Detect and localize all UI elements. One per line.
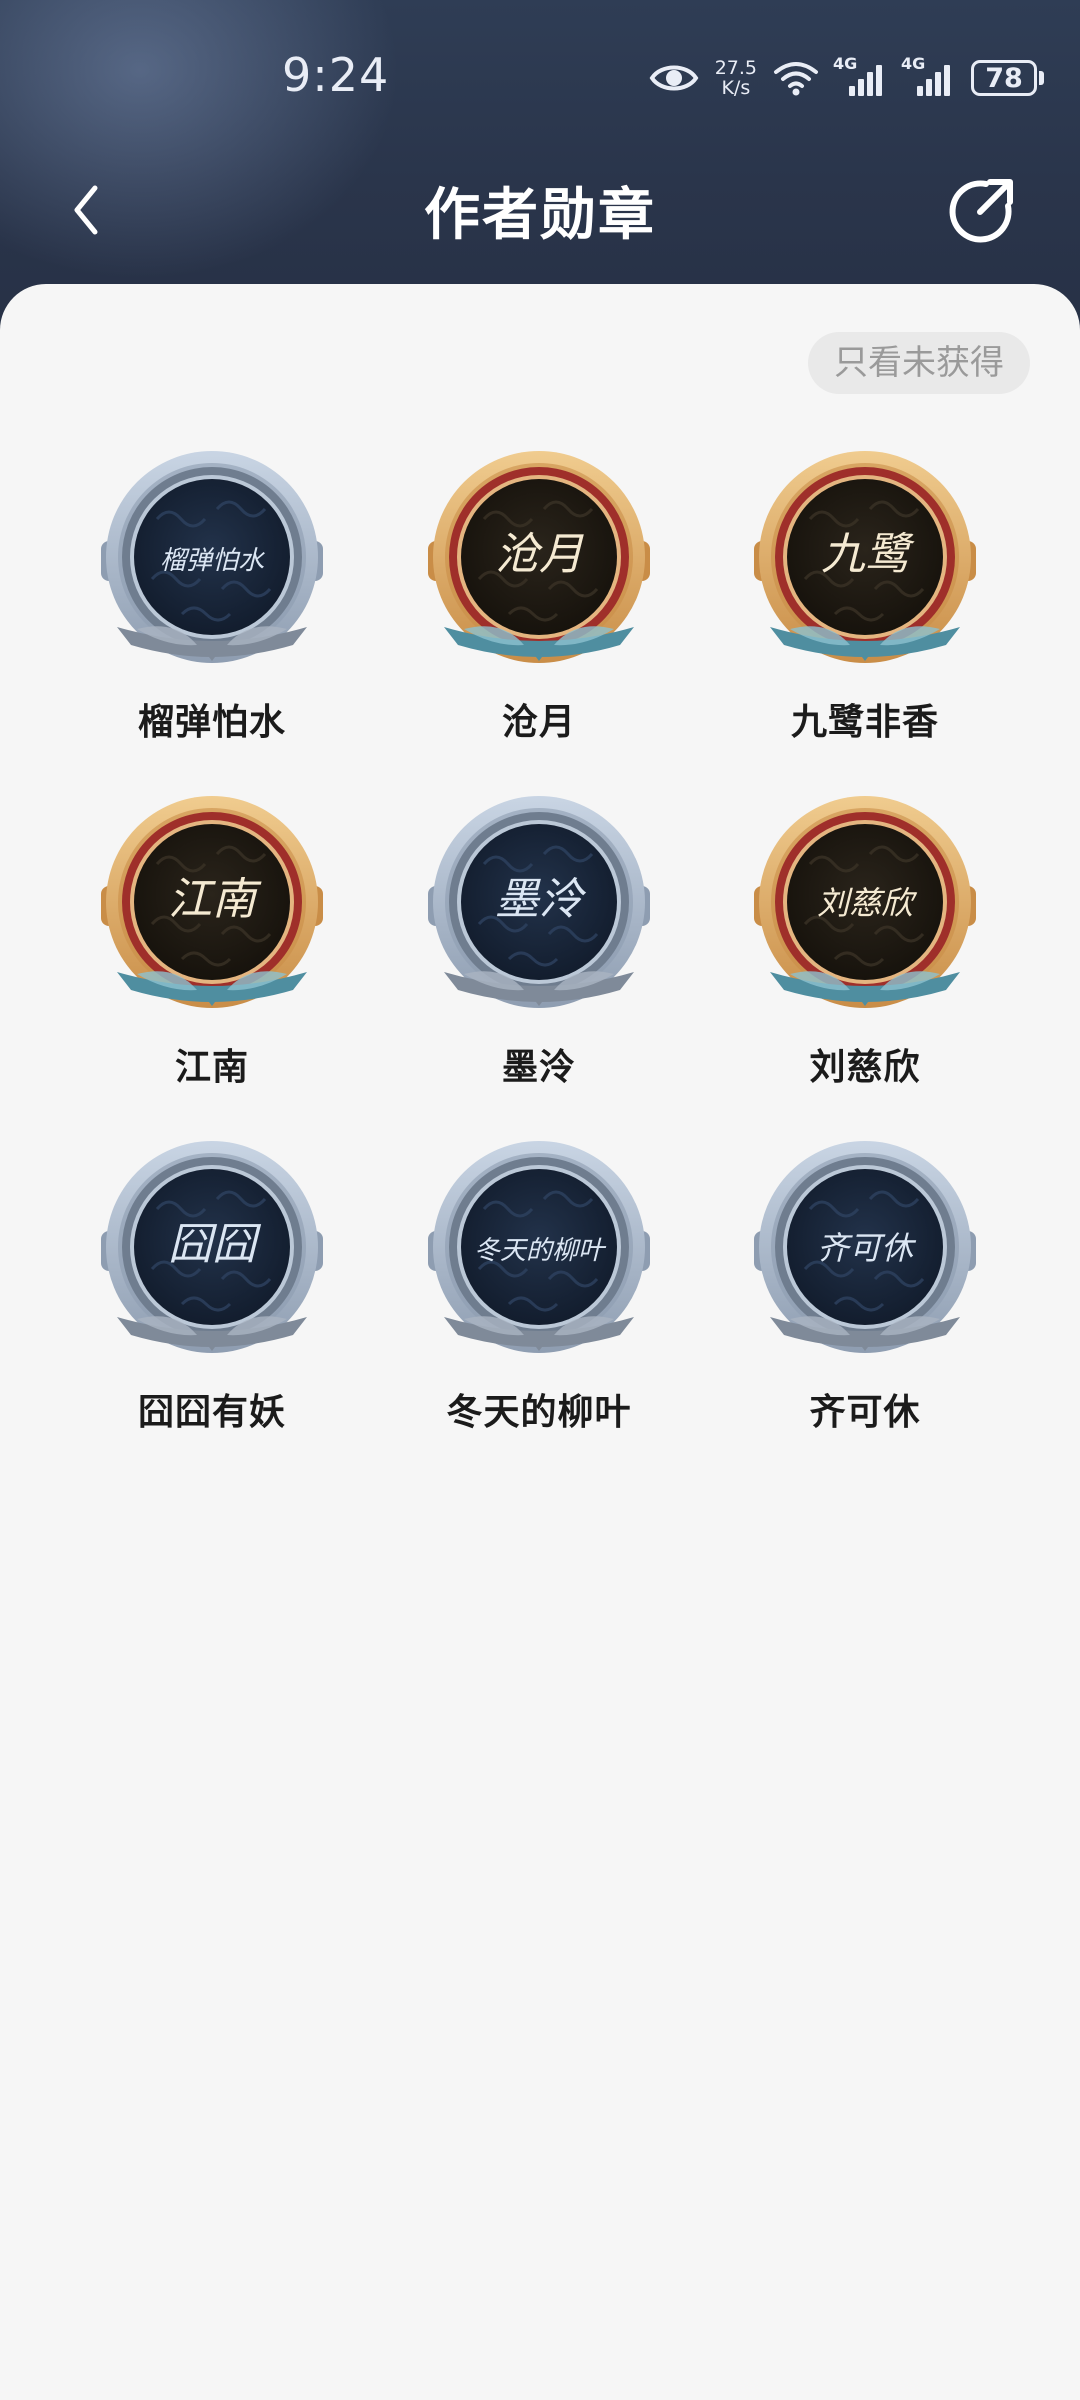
badge-item[interactable]: 九鹭 九鹭非香 <box>702 449 1028 769</box>
status-bar: 9:24 27.5 K/s 4G 4G 78 <box>0 0 1080 150</box>
battery-icon: 78 <box>971 60 1044 96</box>
badge-name: 墨泠 <box>501 1047 576 1088</box>
medal-icon: 九鹭 <box>750 449 980 673</box>
wifi-icon <box>774 62 818 96</box>
sim1-network-type: 4G <box>833 54 858 73</box>
medal-signature: 榴弹怕水 <box>160 546 265 576</box>
badge-name: 刘慈欣 <box>809 1047 921 1088</box>
medal-signature: 刘慈欣 <box>817 884 918 922</box>
badge-item[interactable]: 冬天的柳叶 冬天的柳叶 <box>376 1139 702 1459</box>
medal-icon: 榴弹怕水 <box>97 449 327 673</box>
badge-item[interactable]: 江南 江南 <box>49 794 375 1114</box>
badge-name: 榴弹怕水 <box>137 702 286 743</box>
badge-item[interactable]: 沧月 沧月 <box>376 449 702 769</box>
share-button[interactable] <box>946 176 1016 246</box>
medal-signature: 沧月 <box>495 529 584 580</box>
signal-icon: 4G <box>901 54 955 96</box>
badge-item[interactable]: 齐可休 齐可休 <box>702 1139 1028 1459</box>
battery-level: 78 <box>971 60 1037 96</box>
medal-signature: 冬天的柳叶 <box>474 1236 607 1266</box>
medal-signature: 齐可休 <box>817 1229 917 1267</box>
badge-name: 江南 <box>174 1047 249 1088</box>
badge-item[interactable]: 榴弹怕水 榴弹怕水 <box>49 449 375 769</box>
status-time: 9:24 <box>282 48 390 102</box>
badge-name: 九鹭非香 <box>790 702 939 743</box>
medal-icon: 囧囧 <box>97 1139 327 1363</box>
sim2-network-type: 4G <box>901 54 926 73</box>
badge-item[interactable]: 囧囧 囧囧有妖 <box>49 1139 375 1459</box>
network-speed: 27.5 K/s <box>715 58 757 98</box>
status-icons: 27.5 K/s 4G 4G 78 <box>649 52 1044 104</box>
badge-panel: 只看未获得 榴弹怕水 榴弹怕水 沧月 沧月 九鹭 九鹭非香 江南 江南 墨泠 墨… <box>0 284 1080 2400</box>
medal-icon: 刘慈欣 <box>750 794 980 1018</box>
unearned-only-filter[interactable]: 只看未获得 <box>808 332 1030 394</box>
medal-icon: 沧月 <box>424 449 654 673</box>
badge-name: 沧月 <box>501 702 576 743</box>
medal-icon: 冬天的柳叶 <box>424 1139 654 1363</box>
badge-name: 冬天的柳叶 <box>446 1392 632 1433</box>
author-badges-screen: 9:24 27.5 K/s 4G 4G 78 作者勋章 只看未获得 榴弹怕水 榴… <box>0 0 1080 2400</box>
badge-item[interactable]: 墨泠 墨泠 <box>376 794 702 1114</box>
badge-name: 齐可休 <box>809 1392 921 1433</box>
signal-icon: 4G <box>833 54 887 96</box>
eye-icon <box>649 65 699 91</box>
medal-signature: 墨泠 <box>495 874 587 925</box>
badge-item[interactable]: 刘慈欣 刘慈欣 <box>702 794 1028 1114</box>
medal-signature: 江南 <box>168 874 262 925</box>
share-arrow-icon <box>949 179 1013 243</box>
medal-icon: 墨泠 <box>424 794 654 1018</box>
medal-icon: 齐可休 <box>750 1139 980 1363</box>
network-speed-value: 27.5 <box>714 57 757 79</box>
medal-icon: 江南 <box>97 794 327 1018</box>
badge-name: 囧囧有妖 <box>137 1392 286 1433</box>
network-speed-unit: K/s <box>721 77 751 99</box>
medal-signature: 囧囧 <box>168 1219 262 1270</box>
medal-signature: 九鹭 <box>821 529 915 580</box>
page-title: 作者勋章 <box>424 183 656 248</box>
